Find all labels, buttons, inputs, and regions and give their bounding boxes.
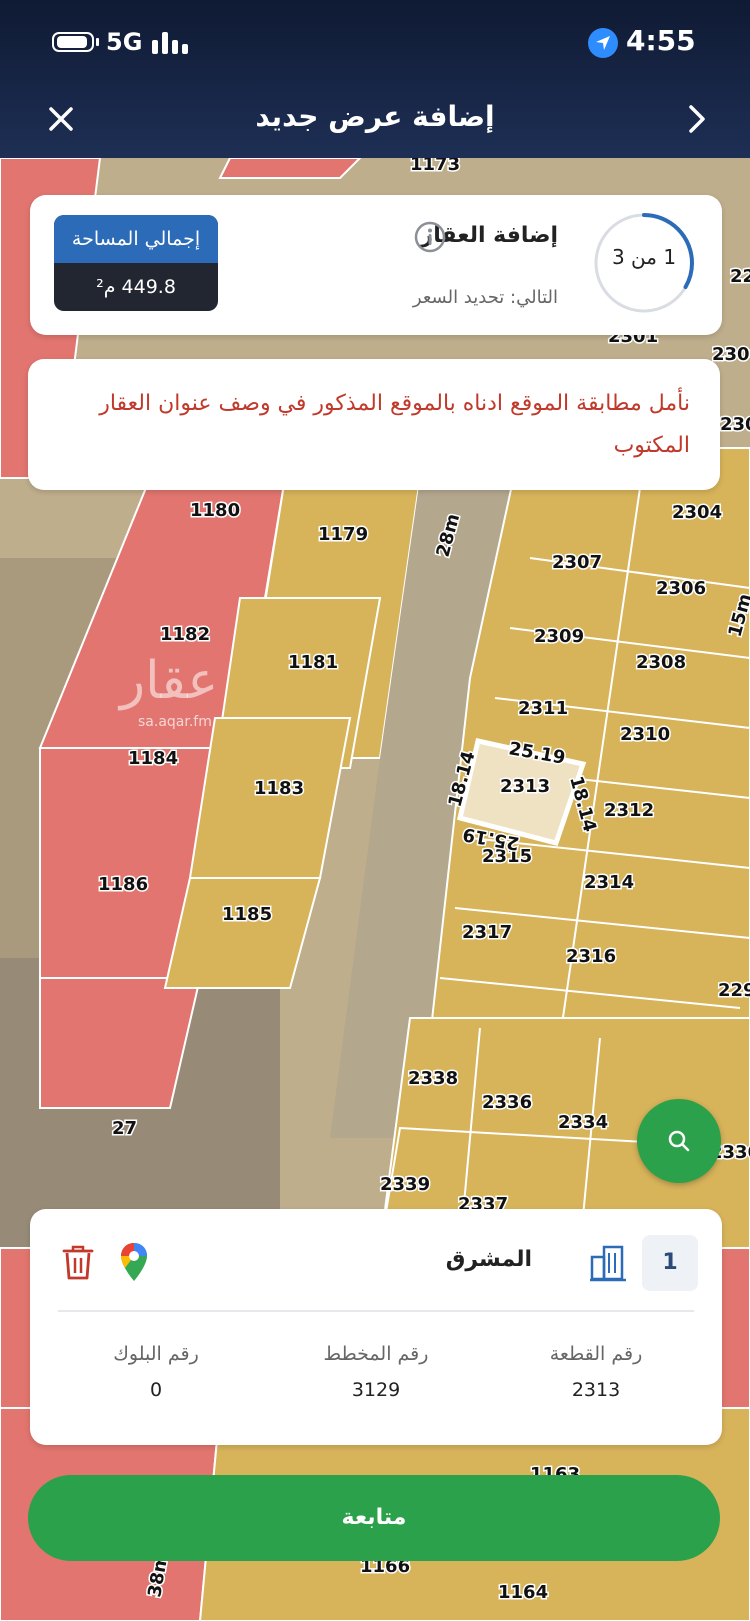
plot-label: 2336 bbox=[482, 1092, 532, 1113]
plot-label: 2307 bbox=[552, 552, 602, 573]
location-index-badge: 1 bbox=[642, 1235, 698, 1291]
plot-label: 1184 bbox=[128, 748, 178, 769]
plot-label: 2334 bbox=[558, 1112, 608, 1133]
district-name: المشرق bbox=[445, 1247, 532, 1272]
plot-label-selected: 2313 bbox=[500, 776, 550, 797]
plot-label: 1185 bbox=[222, 904, 272, 925]
map-watermark-url: sa.aqar.fm bbox=[138, 714, 212, 730]
location-notice: نأمل مطابقة الموقع ادناه بالموقع المذكور… bbox=[28, 359, 720, 490]
total-area-box: إجمالي المساحة 449.8 م² bbox=[54, 215, 218, 311]
plot-label: 1186 bbox=[98, 874, 148, 895]
page-title: إضافة عرض جديد bbox=[255, 100, 495, 133]
plot-label: 1181 bbox=[288, 652, 338, 673]
plan-number-field: رقم المخطط 3129 bbox=[276, 1343, 476, 1401]
field-value: 3129 bbox=[351, 1379, 401, 1401]
chevron-right-icon bbox=[689, 105, 705, 133]
top-bar: 5G 4:55 إضافة عرض جديد bbox=[0, 0, 750, 158]
total-area-label: إجمالي المساحة bbox=[54, 215, 218, 263]
field-label: رقم البلوك bbox=[113, 1343, 199, 1365]
signal-icon bbox=[152, 30, 188, 54]
plot-label: 2317 bbox=[462, 922, 512, 943]
plot-label: 2308 bbox=[636, 652, 686, 673]
field-label: رقم القطعة bbox=[549, 1343, 643, 1365]
field-value: 2313 bbox=[571, 1379, 621, 1401]
continue-button[interactable]: متابعة bbox=[28, 1475, 720, 1561]
back-button[interactable] bbox=[680, 102, 714, 136]
step-card: 1 من 3 إضافة العقار التالي: تحديد السعر … bbox=[30, 195, 722, 335]
google-maps-icon[interactable] bbox=[118, 1241, 150, 1283]
plot-label: 2302 bbox=[720, 414, 750, 435]
plot-label: 1179 bbox=[318, 524, 368, 545]
plot-label: 2290 bbox=[718, 980, 750, 1001]
block-number-field: رقم البلوك 0 bbox=[56, 1343, 256, 1401]
field-value: 0 bbox=[149, 1379, 163, 1401]
plot-label: 2309 bbox=[534, 626, 584, 647]
location-card: 1 المشرق رقم القطعة 2313 رقم المخطط 3129… bbox=[30, 1209, 722, 1445]
field-label: رقم المخطط bbox=[323, 1343, 429, 1365]
building-icon bbox=[590, 1245, 626, 1282]
map-watermark: عقار bbox=[117, 651, 218, 711]
plot-label: 1180 bbox=[190, 500, 240, 521]
network-type: 5G bbox=[106, 28, 143, 56]
progress-text: 1 من 3 bbox=[611, 245, 677, 269]
plot-label: 2339 bbox=[380, 1174, 430, 1195]
plot-label: 2316 bbox=[566, 946, 616, 967]
location-arrow-icon bbox=[588, 28, 618, 58]
plot-label: 22 bbox=[730, 266, 750, 287]
battery-icon bbox=[52, 32, 94, 52]
next-step-label: التالي: تحديد السعر bbox=[412, 287, 558, 308]
plot-label: 2311 bbox=[518, 698, 568, 719]
plot-red bbox=[218, 158, 362, 179]
plot-label: 1173 bbox=[410, 158, 460, 175]
notice-text: نأمل مطابقة الموقع ادناه بالموقع المذكور… bbox=[99, 391, 690, 458]
plot-label: 1183 bbox=[254, 778, 304, 799]
plot-label: 2300 bbox=[712, 344, 750, 365]
plot-label: 2312 bbox=[604, 800, 654, 821]
map-search-button[interactable] bbox=[637, 1099, 721, 1183]
status-bar: 5G 4:55 bbox=[0, 24, 750, 60]
plot-label: 2314 bbox=[584, 872, 634, 893]
parcel-number-field: رقم القطعة 2313 bbox=[496, 1343, 696, 1401]
search-icon bbox=[668, 1130, 690, 1152]
plot-label: 1164 bbox=[498, 1582, 548, 1603]
plot-label: 1182 bbox=[160, 624, 210, 645]
plot-label: 2338 bbox=[408, 1068, 458, 1089]
trash-icon[interactable] bbox=[60, 1243, 96, 1281]
clock: 4:55 bbox=[626, 24, 696, 57]
plot-label: 2304 bbox=[672, 502, 722, 523]
total-area-value: 449.8 م² bbox=[96, 276, 176, 298]
divider bbox=[58, 1310, 694, 1312]
plot-label: 27 bbox=[112, 1118, 137, 1139]
battery-tip bbox=[96, 38, 99, 46]
info-icon[interactable] bbox=[414, 221, 446, 253]
plot-label: 2306 bbox=[656, 578, 706, 599]
plot-label: 2310 bbox=[620, 724, 670, 745]
